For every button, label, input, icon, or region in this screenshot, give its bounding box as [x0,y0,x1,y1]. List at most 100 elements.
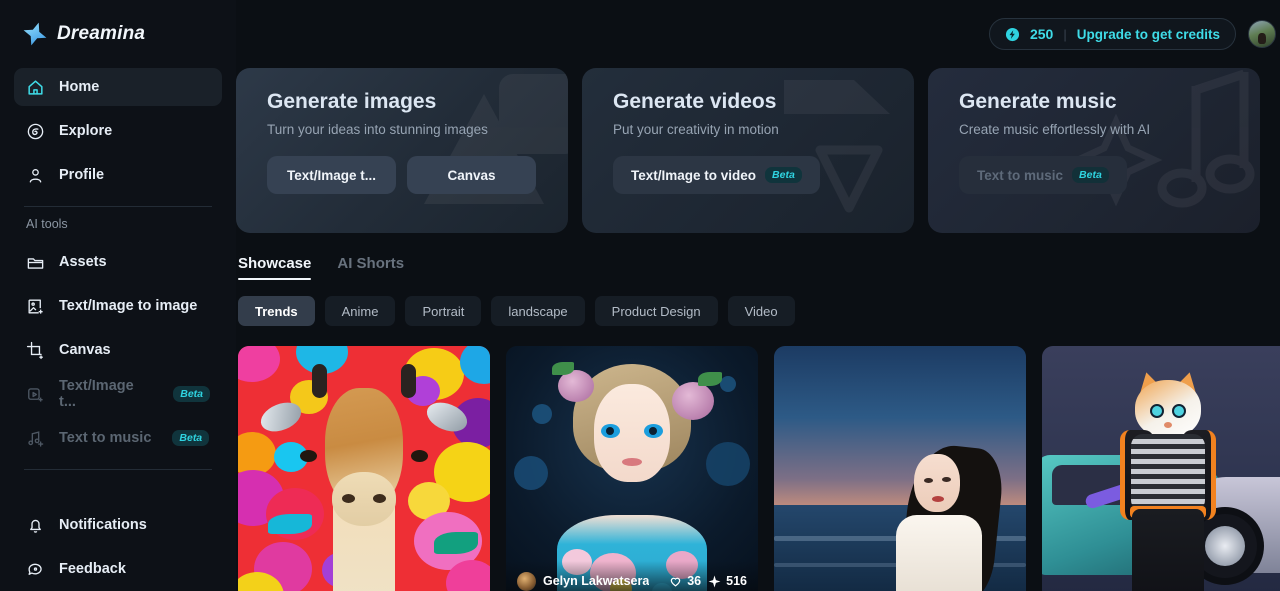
chip-trends[interactable]: Trends [238,296,315,326]
crop-frame-icon [26,341,45,360]
hero-subtitle: Create music effortlessly with AI [959,122,1151,137]
gallery-item[interactable] [238,346,490,591]
credits-pill[interactable]: 250 | Upgrade to get credits [988,18,1236,50]
sparkle-icon [708,575,721,588]
sidebar-item-explore[interactable]: Explore [14,112,222,150]
gallery-item[interactable] [1042,346,1280,591]
chip-landscape[interactable]: landscape [491,296,585,326]
sidebar-divider-bottom [24,469,212,470]
chip-portrait[interactable]: Portrait [405,296,482,326]
gallery-item-overlay: Gelyn Lakwatsera 36 516 [506,561,758,591]
sidebar-item-assets[interactable]: Assets [14,243,222,281]
sidebar-item-notifications[interactable]: Notifications [14,506,222,544]
sidebar-item-text-image-to-video[interactable]: Text/Image t... Beta [14,375,222,413]
brand[interactable]: Dreamina [14,0,222,68]
tab-ai-shorts[interactable]: AI Shorts [337,255,404,280]
brand-name: Dreamina [57,23,146,44]
hero-buttons: Text/Image t... Canvas [267,156,568,194]
sidebar-item-label: Profile [59,167,105,183]
credits-separator: | [1063,26,1067,42]
text-image-to-image-button[interactable]: Text/Image t... [267,156,396,194]
music-note-plus-icon [26,429,45,448]
gallery-item[interactable]: Gelyn Lakwatsera 36 516 [506,346,758,591]
beta-badge: Beta [173,386,210,402]
like-count[interactable]: 36 [669,574,701,588]
sidebar-item-home[interactable]: Home [14,68,222,106]
tab-label: AI Shorts [337,255,405,272]
hero-card-generate-music[interactable]: Generate music Create music effortlessly… [928,68,1260,233]
compass-icon [26,122,45,141]
chip-label: Video [744,303,778,319]
beta-badge: Beta [172,430,210,446]
image-plus-icon [26,297,45,316]
button-label: Text to music [977,167,1064,183]
woman-at-beach-sunset-image [774,346,1026,591]
button-label: Canvas [447,167,496,183]
sidebar-item-label: Text/Image to image [59,298,198,314]
sidebar: Dreamina Home Explore Profile AI tools A… [0,0,236,591]
folder-icon [26,253,45,272]
sidebar-item-label: Assets [59,254,107,270]
app-root: Dreamina Home Explore Profile AI tools A… [0,0,1280,591]
hero-card-generate-images[interactable]: Generate images Turn your ideas into stu… [236,68,568,233]
author-name: Gelyn Lakwatsera [543,574,650,588]
chip-label: Anime [341,303,379,319]
doll-woman-with-flowers-image [506,346,758,591]
text-image-to-video-button[interactable]: Text/Image to video Beta [613,156,820,194]
hero-subtitle: Turn your ideas into stunning images [267,122,488,137]
hero-title: Generate videos [613,90,777,113]
user-avatar[interactable] [1248,20,1276,48]
topbar: 250 | Upgrade to get credits [236,0,1280,68]
hero-buttons: Text/Image to video Beta [613,156,914,194]
button-label: Text/Image t... [286,167,377,183]
spark-count-value: 516 [726,574,747,588]
heart-icon [669,575,682,588]
chip-product-design[interactable]: Product Design [594,296,718,326]
user-icon [26,166,45,185]
tab-label: Showcase [238,255,312,272]
canvas-button[interactable]: Canvas [407,156,536,194]
chip-label: landscape [508,303,568,319]
hero-subtitle: Put your creativity in motion [613,122,779,137]
hero-card-generate-videos[interactable]: Generate videos Put your creativity in m… [582,68,914,233]
sidebar-section-label: AI tools [26,217,68,231]
chat-bubble-icon [26,560,45,579]
sidebar-item-label: Text/Image t... [59,378,134,410]
sidebar-item-profile[interactable]: Profile [14,156,222,194]
giraffe-with-flowers-image [238,346,490,591]
sidebar-item-canvas[interactable]: Canvas [14,331,222,369]
hero-cards: Generate images Turn your ideas into stu… [236,68,1280,233]
bell-icon [26,516,45,535]
credits-value: 250 [1029,26,1054,42]
home-icon [26,78,45,97]
showcase-gallery: Gelyn Lakwatsera 36 516 [236,326,1280,591]
spark-count[interactable]: 516 [708,574,747,588]
text-to-music-button[interactable]: Text to music Beta [959,156,1127,194]
cat-character-with-sports-car-image [1042,346,1280,591]
chip-label: Trends [255,303,298,319]
chip-anime[interactable]: Anime [324,296,396,326]
like-count-value: 36 [687,574,702,588]
video-plus-icon [26,385,45,404]
beta-badge: Beta [765,167,802,183]
button-label: Text/Image to video [631,167,757,183]
sidebar-item-label: Feedback [59,561,126,577]
content-tabs: Showcase AI Shorts [236,233,1280,280]
sidebar-item-text-to-music[interactable]: Text to music Beta [14,419,222,457]
chip-label: Portrait [422,303,465,319]
sidebar-item-label: Canvas [59,342,111,358]
sidebar-item-label: Explore [59,123,113,139]
sidebar-item-text-image-to-image[interactable]: Text/Image to image [14,287,222,325]
upgrade-credits-link[interactable]: Upgrade to get credits [1077,27,1220,42]
tab-showcase[interactable]: Showcase [238,255,312,280]
credit-coin-icon [1005,27,1020,42]
main-content: 250 | Upgrade to get credits Generate im… [236,0,1280,591]
hero-buttons: Text to music Beta [959,156,1260,194]
sidebar-item-feedback[interactable]: Feedback [14,550,222,588]
avatar[interactable] [517,571,536,591]
star-sparkle-icon [22,21,48,47]
chip-video[interactable]: Video [727,296,795,326]
gallery-item[interactable] [774,346,1026,591]
filter-chips: Trends Anime Portrait landscape Product … [236,280,1280,326]
